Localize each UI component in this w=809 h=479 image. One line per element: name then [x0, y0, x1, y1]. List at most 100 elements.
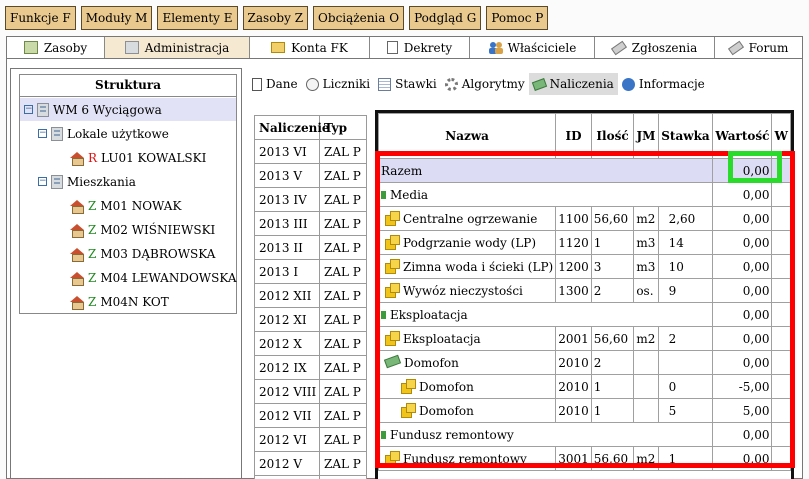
column-header: Naliczenie [254, 115, 330, 140]
period-cell: 2012 IV [254, 475, 320, 479]
subtab-dane[interactable]: Dane [248, 73, 302, 95]
menu-elementy[interactable]: Elementy E [157, 6, 238, 30]
type-cell: ZAL P [319, 211, 367, 236]
table-row[interactable]: 2012 VII ZAL P [254, 403, 367, 428]
main-tabs: Zasoby Administracja Konta FK Dekrety Wł… [6, 36, 803, 58]
period-cell: 2012 VI [254, 427, 320, 452]
people-icon [488, 41, 503, 54]
tab-konta-fk[interactable]: Konta FK [250, 37, 370, 58]
building-icon [37, 102, 49, 117]
column-header: Typ [319, 115, 367, 140]
periods-table: Naliczenie Typ 2013 VI ZAL P 2013 V ZAL P 20… [254, 115, 367, 479]
tree-node-lu01[interactable]: R LU01 KOWALSKI [70, 146, 206, 169]
document-icon [252, 77, 262, 91]
type-cell: ZAL P [319, 427, 367, 452]
type-cell: ZAL P [319, 355, 367, 380]
subtab-informacje[interactable]: Informacje [618, 73, 709, 95]
tab-administracja[interactable]: Administracja [105, 37, 250, 58]
tree-node-root[interactable]: − WM 6 Wyciągowa [20, 98, 236, 121]
table-row[interactable]: 2012 IVZAL P [254, 475, 367, 479]
unit-code: Z [88, 246, 97, 261]
subtab-stawki[interactable]: Stawki [374, 73, 441, 95]
building-icon [124, 41, 139, 54]
tab-wlasciciele[interactable]: Właściciele [470, 37, 595, 58]
table-row[interactable]: 2012 VI ZAL P [254, 427, 367, 452]
tree-node-mieszkania[interactable]: − Mieszkania [38, 170, 136, 193]
table-row[interactable]: 2012 VIII ZAL P [254, 379, 367, 404]
type-cell: ZAL P [319, 379, 367, 404]
tree-node-label: M04N KOT [100, 294, 169, 309]
tab-forum[interactable]: Forum [715, 37, 802, 58]
subtab-liczniki[interactable]: Liczniki [302, 73, 375, 95]
table-row[interactable]: 2013 I ZAL P [254, 259, 367, 284]
tab-zgloszenia[interactable]: Zgłoszenia [595, 37, 715, 58]
subtab-naliczenia[interactable]: Naliczenia [528, 73, 618, 95]
tree-node-lokale[interactable]: − Lokale użytkowe [38, 122, 169, 145]
house-icon [70, 151, 84, 166]
table-row[interactable]: 2013 VI ZAL P [254, 139, 367, 164]
tree-node-label: WM 6 Wyciągowa [53, 102, 162, 117]
house-icon [70, 295, 84, 310]
subtab-label: Liczniki [322, 77, 371, 91]
menu-pomoc[interactable]: Pomoc P [486, 6, 549, 30]
period-cell: 2012 XII [254, 283, 320, 308]
table-row[interactable]: 2012 V ZAL P [254, 451, 367, 476]
menu-moduly[interactable]: Moduły M [80, 6, 153, 30]
subtab-label: Informacje [638, 77, 705, 91]
collapse-icon[interactable]: − [24, 105, 33, 114]
table-row[interactable]: 2012 XII ZAL P [254, 283, 367, 308]
menu-obciazenia[interactable]: Obciążenia O [313, 6, 405, 30]
period-cell: 2012 XI [254, 307, 320, 332]
collapse-icon[interactable]: − [38, 129, 47, 138]
tree-node-m02[interactable]: Z M02 WIŚNIEWSKI [70, 218, 215, 241]
tree-node-m03[interactable]: Z M03 DĄBROWSKA [70, 242, 215, 265]
gear-icon [444, 77, 458, 91]
tree-node-m01[interactable]: Z M01 NOWAK [70, 194, 181, 217]
tree-node-label: Mieszkania [67, 174, 136, 189]
tree-node-m04n[interactable]: Z M04N KOT [70, 290, 169, 313]
type-cell: ZAL P [319, 331, 367, 356]
table-row[interactable]: 2013 V ZAL P [254, 163, 367, 188]
table-row[interactable]: 2013 III ZAL P [254, 211, 367, 236]
period-cell: 2013 VI [254, 139, 320, 164]
tree-node-m04[interactable]: Z M04 LEWANDOWSKA [70, 266, 237, 289]
menu-zasoby[interactable]: Zasoby Z [242, 6, 309, 30]
period-cell: 2013 II [254, 235, 320, 260]
period-cell: 2013 I [254, 259, 320, 284]
table-row[interactable]: 2013 IV ZAL P [254, 187, 367, 212]
subtab-label: Dane [266, 77, 298, 91]
document-icon [386, 41, 398, 54]
highlight-red-box [375, 151, 795, 468]
type-cell: ZAL P [319, 139, 367, 164]
building-icon [51, 174, 63, 189]
table-row[interactable]: 2012 XI ZAL P [254, 307, 367, 332]
period-cell: 2013 V [254, 163, 320, 188]
tab-zasoby[interactable]: Zasoby [7, 37, 105, 58]
subtab-algorytmy[interactable]: Algorytmy [441, 73, 529, 95]
type-cell: ZAL P [319, 187, 367, 212]
period-cell: 2013 IV [254, 187, 320, 212]
table-row[interactable]: 2013 II ZAL P [254, 235, 367, 260]
collapse-icon[interactable]: − [38, 177, 47, 186]
tab-label: Właściciele [507, 40, 577, 55]
subtab-label: Stawki [395, 77, 437, 91]
type-cell: ZAL P [319, 403, 367, 428]
tab-dekrety[interactable]: Dekrety [370, 37, 470, 58]
detail-tabs: Dane Liczniki Stawki Algorytmy Naliczeni… [248, 73, 709, 95]
tree-node-label: M02 WIŚNIEWSKI [100, 222, 216, 237]
tab-label: Zasoby [43, 40, 88, 55]
menu-funkcje[interactable]: Funkcje F [5, 6, 76, 30]
table-row[interactable]: 2012 IX ZAL P [254, 355, 367, 380]
tab-label: Forum [748, 40, 789, 55]
table-row[interactable]: 2012 X ZAL P [254, 331, 367, 356]
tree-node-label: M04 LEWANDOWSKA [100, 270, 237, 285]
tree-node-label: LU01 KOWALSKI [101, 150, 207, 165]
menu-podglad[interactable]: Podgląd G [409, 6, 482, 30]
period-cell: 2013 III [254, 211, 320, 236]
folder-icon [271, 42, 286, 53]
map-icon [23, 41, 38, 54]
clock-icon [305, 77, 319, 91]
tab-label: Administracja [144, 40, 230, 55]
subtab-label: Algorytmy [461, 77, 525, 91]
tree-node-label: M03 DĄBROWSKA [100, 246, 216, 261]
